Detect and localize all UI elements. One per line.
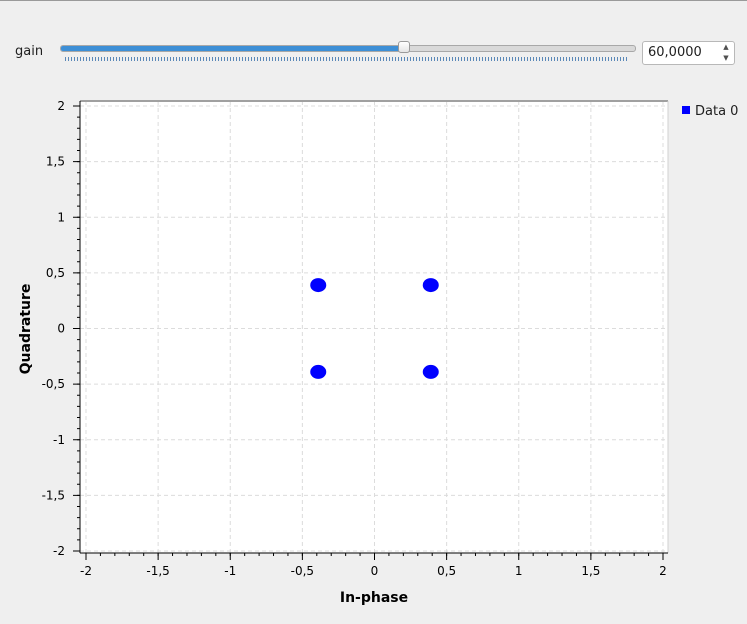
x-tick-label: 1 [515,564,523,578]
x-tick-label: 2 [659,564,667,578]
x-tick-label: 0 [371,564,379,578]
x-tick-label: -1 [224,564,236,578]
y-tick-label: 1 [57,210,65,224]
gain-slider-fill [61,46,406,51]
triangle-up-icon: ▲ [723,43,729,51]
y-tick-label: -0,5 [42,377,65,391]
triangle-down-icon: ▼ [723,54,729,62]
x-tick-label: 0,5 [437,564,456,578]
x-axis-label: In-phase [340,590,408,606]
x-tick-label: -1,5 [146,564,169,578]
x-tick-label: 1,5 [581,564,600,578]
constellation-plot[interactable]: -2 -1,5 -1 -0,5 0 0,5 1 1,5 2 2 1,5 1 0,5 0 -0,5 -1 -1,5… [0,91,747,624]
legend-label: Data 0 [695,104,739,119]
gain-slider-ticks [65,57,629,61]
gain-slider-groove[interactable] [60,45,636,52]
gain-value[interactable]: 60,0000 [648,45,702,60]
data-point-cluster [422,278,439,293]
y-tick-label: 1,5 [46,155,65,169]
app-window: gain 60,0000 ▲ ▼ -2 -1,5 -1 -0,5 0 0,5 1 1,5 2 2 1… [0,0,747,624]
x-tick-label: -0,5 [291,564,314,578]
data-point-cluster [310,364,327,379]
legend[interactable]: Data 0 [682,104,738,119]
gain-slider-handle[interactable] [398,41,411,53]
gain-label: gain [15,44,44,59]
y-tick-label: -1 [53,433,65,447]
y-tick-label: -2 [53,544,65,558]
data-point-cluster [422,364,439,379]
spin-down-button[interactable]: ▼ [718,53,734,64]
y-tick-label: 0,5 [46,266,65,280]
y-tick-label: 0 [57,322,65,336]
y-axis-label: Quadrature [18,284,34,375]
x-tick-label: -2 [80,564,92,578]
data-point-cluster [310,278,327,293]
spin-up-button[interactable]: ▲ [718,42,734,53]
spin-buttons: ▲ ▼ [718,42,734,64]
gain-spinbox[interactable]: 60,0000 ▲ ▼ [642,41,735,65]
y-tick-label: 2 [57,99,65,113]
gain-slider[interactable] [60,41,636,63]
y-tick-label: -1,5 [42,488,65,502]
legend-swatch [682,106,690,114]
